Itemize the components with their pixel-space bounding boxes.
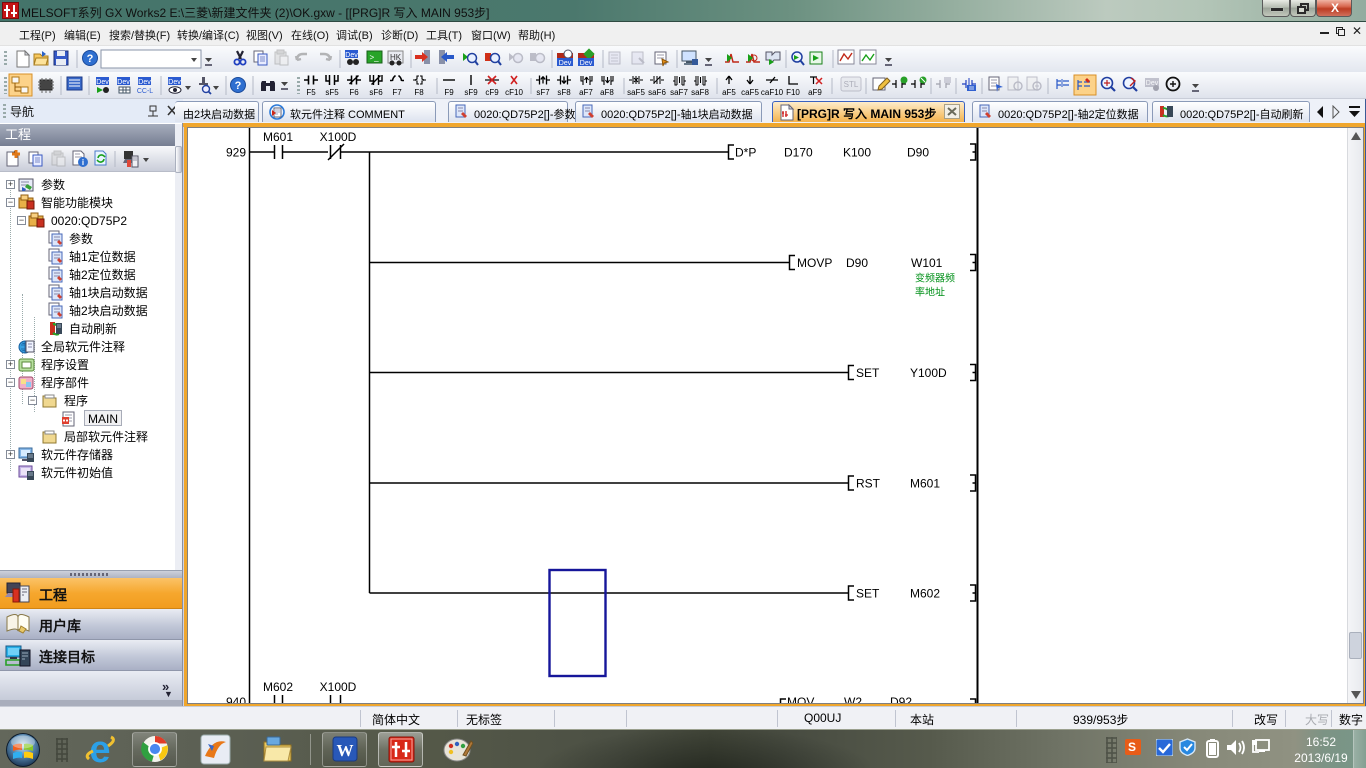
- svg-text:i: i: [82, 158, 84, 167]
- svg-text:F10: F10: [786, 88, 800, 97]
- svg-text:>_: >_: [369, 53, 379, 62]
- svg-text:SET: SET: [856, 587, 880, 601]
- svg-text:D92: D92: [890, 695, 912, 703]
- svg-text:sF9: sF9: [464, 88, 478, 97]
- svg-text:saF7: saF7: [670, 88, 688, 97]
- svg-text:aF9: aF9: [808, 88, 822, 97]
- svg-text:M601: M601: [263, 130, 293, 144]
- svg-text:cF10: cF10: [505, 88, 523, 97]
- svg-text:F6: F6: [349, 88, 359, 97]
- svg-text:D90: D90: [907, 146, 929, 160]
- svg-text:M601: M601: [910, 477, 940, 491]
- svg-text:MOV: MOV: [787, 695, 814, 703]
- svg-text:saF8: saF8: [691, 88, 709, 97]
- svg-text:D*P: D*P: [735, 146, 756, 160]
- svg-text:e: e: [89, 733, 110, 767]
- svg-text:W: W: [337, 741, 354, 760]
- svg-text:929: 929: [226, 146, 246, 160]
- svg-text:Dev: Dev: [580, 60, 593, 67]
- svg-text:STL: STL: [844, 80, 859, 89]
- svg-text:caF5: caF5: [741, 88, 759, 97]
- svg-text:F8: F8: [414, 88, 424, 97]
- svg-text:F5: F5: [306, 88, 316, 97]
- svg-text:Dev: Dev: [168, 79, 181, 86]
- svg-text:F9: F9: [444, 88, 454, 97]
- svg-text:Dev: Dev: [117, 79, 130, 86]
- svg-text:Dev: Dev: [559, 60, 572, 67]
- svg-text:RST: RST: [856, 477, 881, 491]
- svg-text:sF5: sF5: [325, 88, 339, 97]
- svg-text:caF10: caF10: [761, 88, 784, 97]
- svg-text:变频器频: 变频器频: [915, 272, 955, 285]
- svg-text:sF6: sF6: [369, 88, 383, 97]
- svg-text:X100D: X100D: [320, 130, 357, 144]
- svg-text:W2: W2: [844, 695, 862, 703]
- svg-text:saF5: saF5: [627, 88, 645, 97]
- svg-text:?: ?: [235, 80, 242, 92]
- svg-text:940: 940: [226, 695, 246, 703]
- svg-text:Dev: Dev: [138, 79, 151, 86]
- svg-text:M602: M602: [263, 680, 293, 694]
- svg-text:Dev: Dev: [345, 52, 358, 59]
- svg-text:?: ?: [87, 53, 94, 65]
- svg-text:X100D: X100D: [320, 680, 357, 694]
- svg-text:aF8: aF8: [600, 88, 614, 97]
- svg-text:Y100D: Y100D: [910, 366, 947, 380]
- svg-text:D90: D90: [846, 256, 868, 270]
- svg-text:aF5: aF5: [722, 88, 736, 97]
- svg-text:Dev: Dev: [96, 79, 109, 86]
- svg-text:D170: D170: [784, 146, 813, 160]
- svg-text:CC-L: CC-L: [137, 88, 153, 95]
- svg-text:SET: SET: [856, 366, 880, 380]
- svg-text:K100: K100: [843, 146, 871, 160]
- svg-text:cF9: cF9: [485, 88, 499, 97]
- svg-text:aF7: aF7: [579, 88, 593, 97]
- svg-text:saF6: saF6: [648, 88, 666, 97]
- svg-text:F7: F7: [392, 88, 402, 97]
- svg-text:W101: W101: [911, 256, 943, 270]
- svg-text:sF7: sF7: [536, 88, 550, 97]
- svg-text:MOVP: MOVP: [797, 256, 832, 270]
- svg-text:率地址: 率地址: [915, 286, 945, 299]
- svg-text:sF8: sF8: [557, 88, 571, 97]
- svg-text:M602: M602: [910, 587, 940, 601]
